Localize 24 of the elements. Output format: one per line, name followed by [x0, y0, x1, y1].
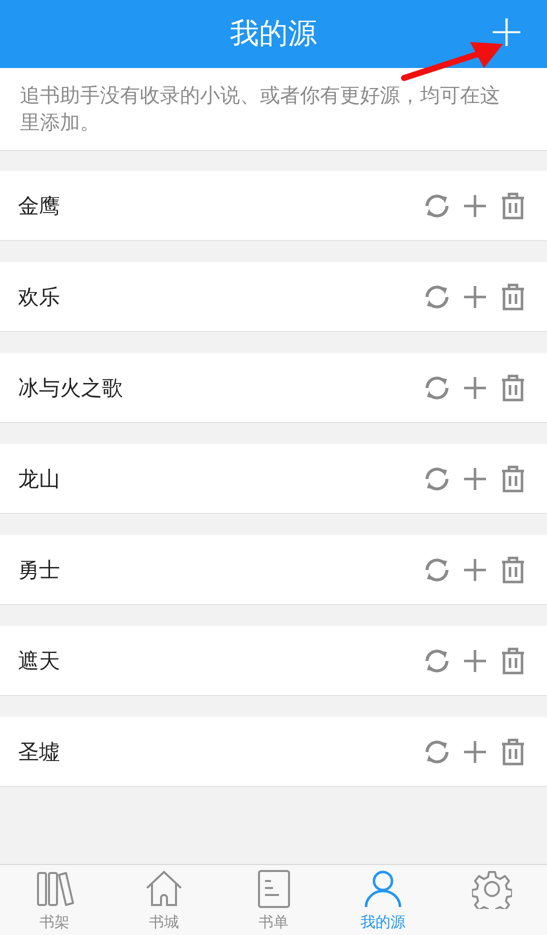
source-name: 龙山: [18, 466, 60, 492]
source-name: 欢乐: [18, 284, 60, 310]
settings-icon: [472, 869, 512, 909]
tab-label: 我的源: [360, 913, 406, 932]
source-row[interactable]: 圣墟: [0, 717, 547, 787]
page-title: 我的源: [230, 15, 317, 52]
home-icon: [144, 869, 184, 909]
hint-text: 追书助手没有收录的小说、或者你有更好源，均可在这里添加。: [20, 82, 501, 136]
tab-label: 书架: [40, 913, 70, 932]
source-row[interactable]: 冰与火之歌: [0, 353, 547, 423]
books-icon: [34, 869, 75, 909]
source-name: 冰与火之歌: [18, 374, 123, 402]
source-row[interactable]: 金鹰: [0, 171, 547, 241]
source-row[interactable]: 欢乐: [0, 262, 547, 332]
source-name: 金鹰: [18, 192, 60, 220]
source-name: 圣墟: [18, 738, 60, 766]
tab-label: 书单: [258, 913, 289, 932]
tab-label: 书城: [149, 913, 180, 932]
source-row[interactable]: 勇士: [0, 535, 547, 605]
source-row[interactable]: 龙山: [0, 444, 547, 514]
source-row[interactable]: 遮天: [0, 626, 547, 696]
source-name: 遮天: [18, 648, 60, 674]
source-name: 勇士: [18, 556, 60, 584]
person-icon: [362, 869, 403, 909]
